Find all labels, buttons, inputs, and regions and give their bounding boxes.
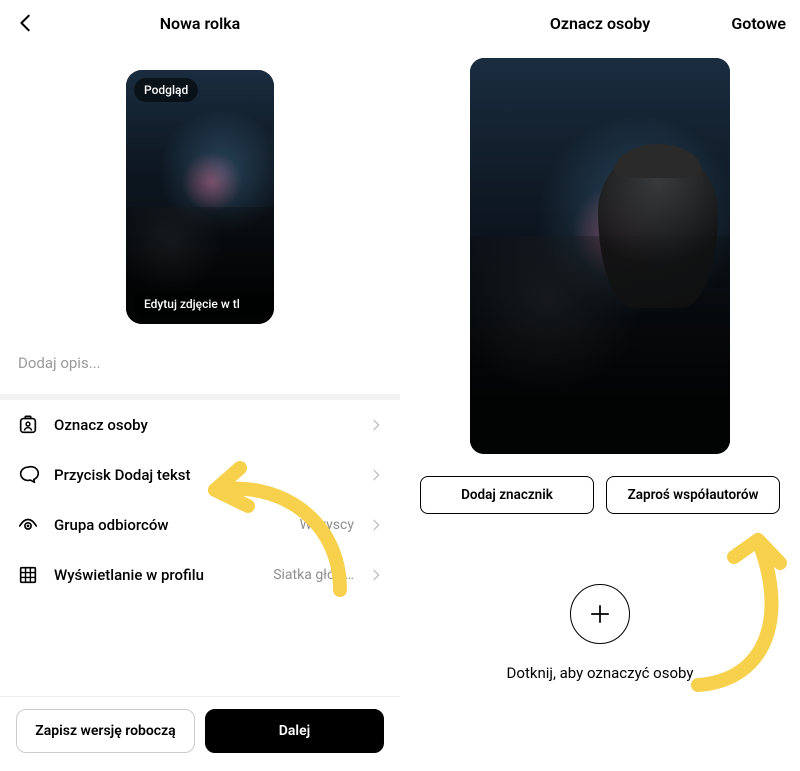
- header-right: Oznacz osoby Gotowe: [400, 0, 800, 50]
- save-draft-button[interactable]: Zapisz wersję roboczą: [16, 709, 195, 753]
- footer-actions: Zapisz wersję roboczą Dalej: [0, 696, 400, 771]
- tag-header-title: Oznacz osoby: [550, 14, 650, 33]
- grid-icon: [16, 563, 40, 587]
- profile-display-row[interactable]: Wyświetlanie w profilu Siatka głów…: [0, 550, 400, 600]
- back-button[interactable]: [14, 11, 38, 35]
- chevron-right-icon: [368, 517, 384, 533]
- tap-to-tag-area: Dotknij, aby oznaczyć osoby: [400, 514, 800, 682]
- add-text-button-label: Przycisk Dodaj tekst: [54, 466, 354, 484]
- chat-bubble-icon: [16, 463, 40, 487]
- add-tag-circle-button[interactable]: [570, 584, 630, 644]
- caption-input[interactable]: Dodaj opis...: [0, 338, 400, 394]
- tag-people-screen: Oznacz osoby Gotowe Dodaj znacznik Zapro…: [400, 0, 800, 771]
- add-text-button-row[interactable]: Przycisk Dodaj tekst: [0, 450, 400, 500]
- tag-people-label: Oznacz osoby: [54, 416, 354, 434]
- audience-eye-icon: [16, 513, 40, 537]
- header-title: Nowa rolka: [160, 14, 241, 33]
- invite-collaborators-button[interactable]: Zaproś współautorów: [606, 476, 780, 514]
- plus-icon: [586, 600, 614, 628]
- add-tag-button[interactable]: Dodaj znacznik: [420, 476, 594, 514]
- tag-people-row[interactable]: Oznacz osoby: [0, 400, 400, 450]
- preview-container: Podgląd Edytuj zdjęcie w tl: [0, 50, 400, 338]
- chevron-right-icon: [368, 417, 384, 433]
- header-left: Nowa rolka: [0, 0, 400, 50]
- chevron-right-icon: [368, 467, 384, 483]
- reel-preview[interactable]: Podgląd Edytuj zdjęcie w tl: [126, 70, 274, 324]
- back-chevron-icon: [15, 12, 37, 34]
- done-button[interactable]: Gotowe: [731, 14, 786, 33]
- preview-badge[interactable]: Podgląd: [134, 78, 198, 102]
- profile-display-label: Wyświetlanie w profilu: [54, 566, 259, 584]
- audience-value: Wszyscy: [300, 517, 354, 533]
- profile-display-value: Siatka głów…: [273, 567, 354, 583]
- chevron-right-icon: [368, 567, 384, 583]
- tag-buttons-row: Dodaj znacznik Zaproś współautorów: [400, 472, 800, 514]
- tag-preview-image[interactable]: [470, 58, 730, 454]
- tag-preview-container: [400, 50, 800, 472]
- person-tag-icon: [16, 413, 40, 437]
- options-list: Oznacz osoby Przycisk Dodaj tekst Grupa …: [0, 400, 400, 600]
- tap-to-tag-label: Dotknij, aby oznaczyć osoby: [507, 664, 694, 682]
- edit-cover-button[interactable]: Edytuj zdjęcie w tl: [134, 292, 274, 316]
- audience-row[interactable]: Grupa odbiorców Wszyscy: [0, 500, 400, 550]
- audience-label: Grupa odbiorców: [54, 516, 286, 534]
- next-button[interactable]: Dalej: [205, 709, 384, 753]
- new-reel-screen: Nowa rolka Podgląd Edytuj zdjęcie w tl D…: [0, 0, 400, 771]
